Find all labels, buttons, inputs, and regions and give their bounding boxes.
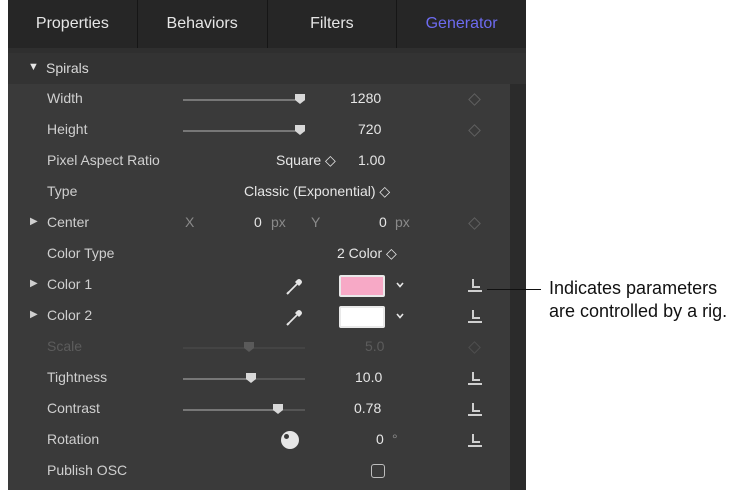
center-x-value[interactable]: 0: [254, 214, 262, 230]
param-label-color-2: Color 2: [47, 307, 93, 323]
rotation-unit: °: [392, 431, 398, 447]
disclosure-triangle-icon[interactable]: ▶: [30, 278, 38, 289]
rotation-dial-icon[interactable]: [281, 431, 299, 449]
param-label-scale: Scale: [47, 338, 83, 354]
pixel-aspect-ratio-value: 1.00: [358, 152, 386, 168]
scale-value: 5.0: [365, 338, 385, 354]
updown-arrows-icon: ◇: [386, 245, 397, 261]
parameters-list: Width 1280 Height 720 Pixel Aspect Ratio…: [8, 84, 510, 490]
pixel-aspect-ratio-popup[interactable]: Square ◇: [276, 152, 336, 169]
param-row-center: ▶ Center X 0 px Y 0 px: [8, 208, 510, 239]
tab-behaviors[interactable]: Behaviors: [138, 0, 268, 48]
rig-icon[interactable]: [466, 308, 484, 324]
slider-thumb[interactable]: [295, 125, 305, 135]
rig-icon[interactable]: [466, 432, 484, 448]
disclosure-triangle-icon[interactable]: ▶: [30, 216, 38, 227]
rig-icon[interactable]: [466, 277, 484, 293]
param-label-color-1: Color 1: [47, 276, 93, 292]
param-label-rotation: Rotation: [47, 431, 100, 447]
color-2-swatch[interactable]: [339, 306, 385, 328]
param-label-contrast: Contrast: [47, 400, 100, 416]
width-slider[interactable]: [183, 94, 305, 104]
param-label-pixel-aspect-ratio: Pixel Aspect Ratio: [47, 152, 160, 168]
rig-icon[interactable]: [466, 401, 484, 417]
color-1-swatch[interactable]: [339, 275, 385, 297]
param-row-rotation: Rotation 0 °: [8, 425, 510, 456]
param-row-publish-osc: Publish OSC: [8, 456, 510, 487]
param-row-scale: Scale 5.0: [8, 332, 510, 363]
type-popup[interactable]: Classic (Exponential) ◇: [244, 183, 390, 200]
keyframe-diamond-icon: [468, 341, 481, 354]
disclosure-triangle-expanded-icon[interactable]: ▼: [28, 61, 39, 73]
param-label-tightness: Tightness: [47, 369, 108, 385]
updown-arrows-icon: ◇: [379, 183, 391, 199]
center-y-value[interactable]: 0: [379, 214, 387, 230]
param-row-color-2: ▶ Color 2: [8, 301, 510, 332]
param-row-height: Height 720: [8, 115, 510, 146]
scrollbar-track[interactable]: [510, 84, 526, 490]
chevron-down-icon[interactable]: [396, 281, 404, 289]
param-label-publish-osc: Publish OSC: [47, 462, 128, 478]
param-label-height: Height: [47, 121, 88, 137]
param-label-color-type: Color Type: [47, 245, 115, 261]
keyframe-diamond-icon[interactable]: [468, 124, 481, 137]
tab-filters[interactable]: Filters: [268, 0, 398, 48]
disclosure-triangle-icon[interactable]: ▶: [30, 309, 38, 320]
param-row-color-1: ▶ Color 1: [8, 270, 510, 301]
tightness-value[interactable]: 10.0: [355, 369, 382, 385]
center-x-unit: px: [271, 214, 286, 230]
param-label-type: Type: [47, 183, 78, 199]
param-row-pixel-aspect-ratio: Pixel Aspect Ratio Square ◇ 1.00: [8, 146, 510, 177]
width-value[interactable]: 1280: [350, 90, 381, 106]
rig-icon[interactable]: [466, 370, 484, 386]
slider-thumb[interactable]: [246, 373, 256, 383]
param-row-tightness: Tightness 10.0: [8, 363, 510, 394]
keyframe-diamond-icon[interactable]: [468, 217, 481, 230]
param-row-width: Width 1280: [8, 84, 510, 115]
param-row-type: Type Classic (Exponential) ◇: [8, 177, 510, 208]
rotation-value[interactable]: 0: [376, 431, 384, 447]
center-x-label: X: [185, 214, 195, 230]
slider-thumb[interactable]: [295, 94, 305, 104]
eyedropper-icon[interactable]: [285, 276, 305, 296]
contrast-value[interactable]: 0.78: [354, 400, 381, 416]
tab-generator[interactable]: Generator: [397, 0, 526, 48]
tightness-slider[interactable]: [183, 373, 305, 383]
callout-text: Indicates parameters are controlled by a…: [549, 278, 728, 321]
eyedropper-icon[interactable]: [285, 307, 305, 327]
center-y-label: Y: [311, 214, 321, 230]
contrast-slider[interactable]: [183, 404, 305, 414]
inspector-tabs: Properties Behaviors Filters Generator: [8, 0, 526, 48]
slider-thumb: [244, 342, 254, 352]
height-value[interactable]: 720: [358, 121, 381, 137]
inspector-panel: Properties Behaviors Filters Generator ▼…: [8, 0, 526, 490]
slider-thumb[interactable]: [273, 404, 283, 414]
callout-leader-line: [487, 289, 541, 290]
color-type-popup[interactable]: 2 Color ◇: [337, 245, 397, 262]
section-header-spirals[interactable]: ▼ Spirals: [8, 53, 526, 84]
param-row-color-type: Color Type 2 Color ◇: [8, 239, 510, 270]
scale-slider: [183, 342, 305, 352]
tab-properties[interactable]: Properties: [8, 0, 138, 48]
publish-osc-checkbox[interactable]: [371, 464, 385, 478]
param-label-center: Center: [47, 214, 90, 230]
param-label-width: Width: [47, 90, 83, 106]
center-y-unit: px: [395, 214, 410, 230]
updown-arrows-icon: ◇: [325, 152, 336, 168]
height-slider[interactable]: [183, 125, 305, 135]
param-row-contrast: Contrast 0.78: [8, 394, 510, 425]
chevron-down-icon[interactable]: [396, 312, 404, 320]
section-title: Spirals: [46, 60, 89, 76]
keyframe-diamond-icon[interactable]: [468, 93, 481, 106]
